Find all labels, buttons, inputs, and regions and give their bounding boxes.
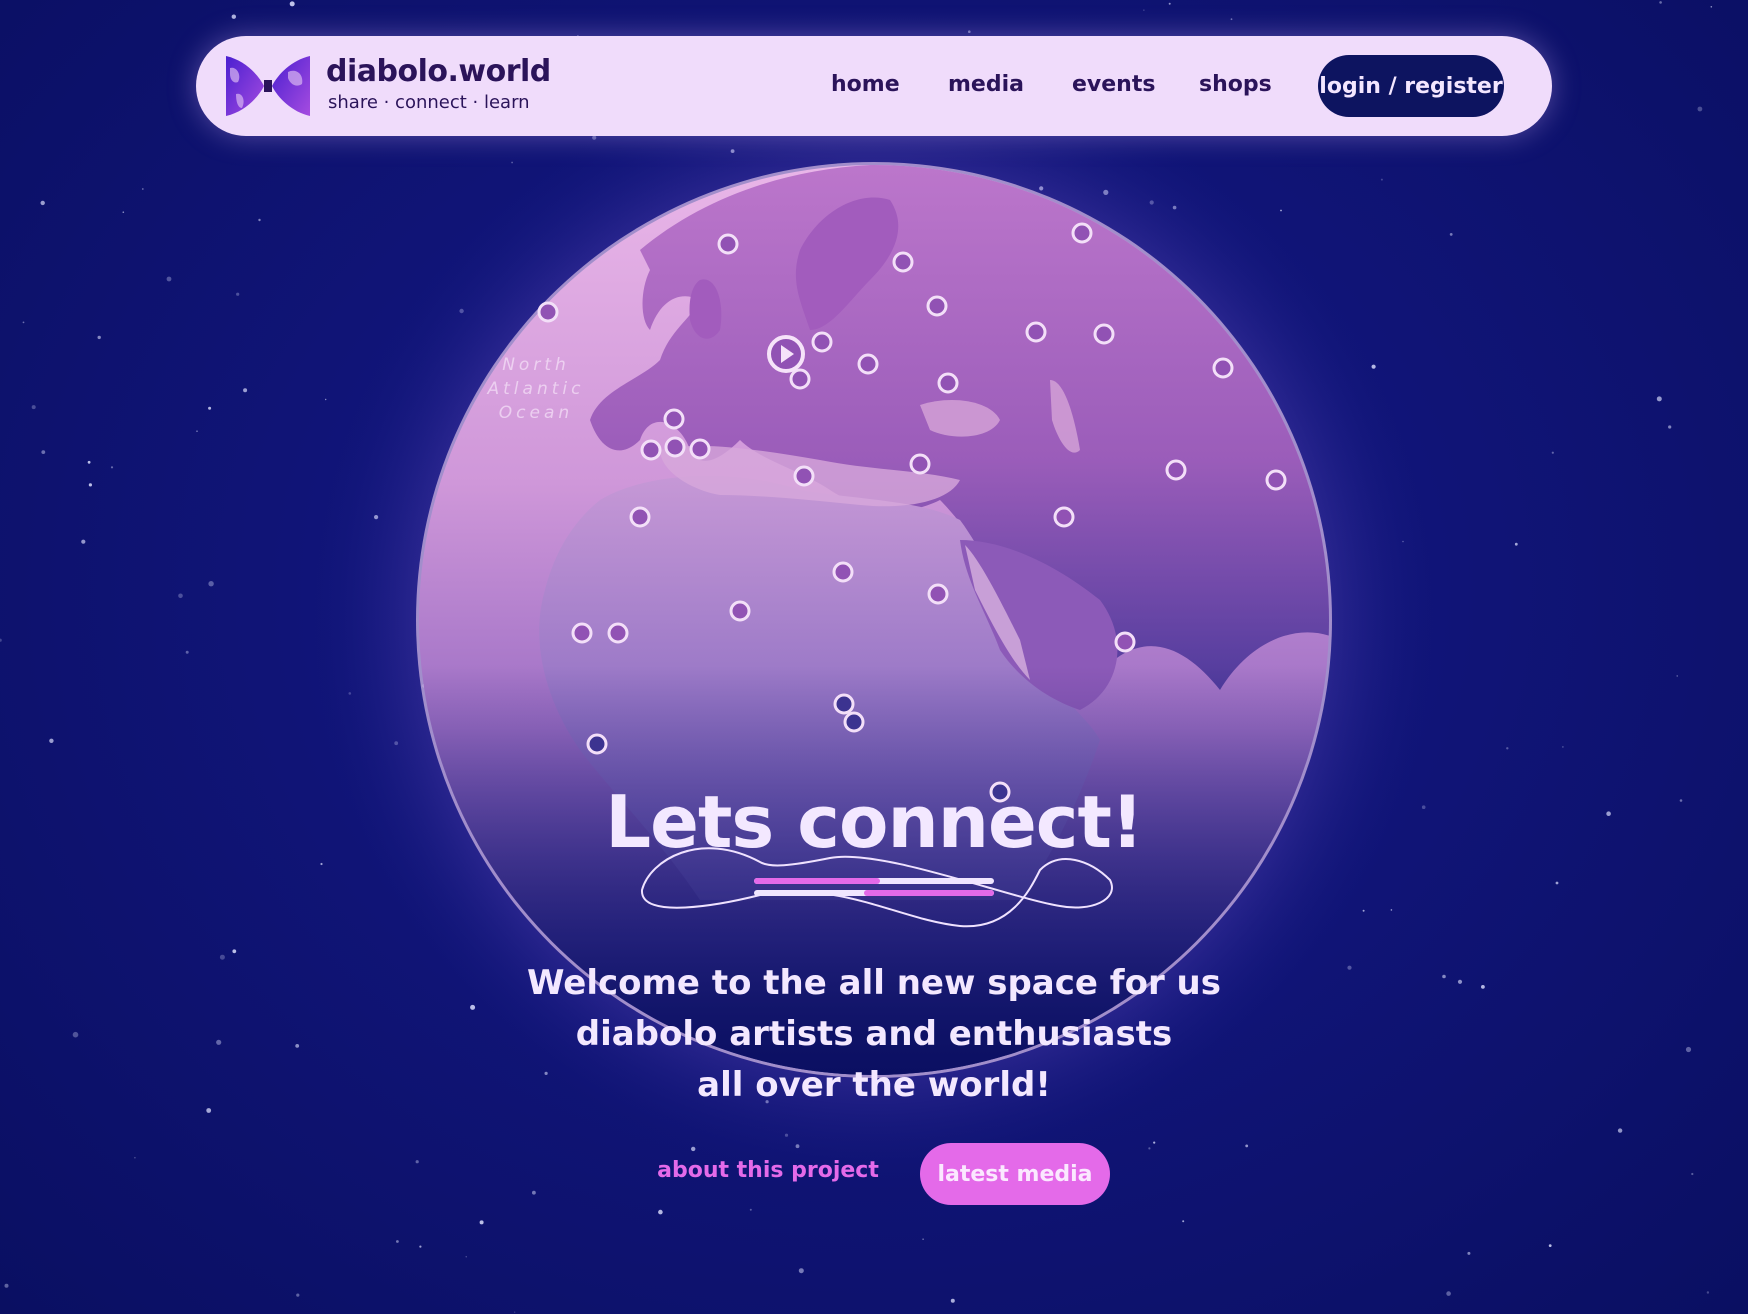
site-name[interactable]: diabolo.world (326, 54, 551, 89)
world-globe: North Atlantic Ocean (314, 60, 1434, 1180)
top-navigation: diabolo.world share · connect · learn ho… (196, 36, 1552, 136)
location-dot-icon[interactable] (833, 693, 855, 715)
about-project-link[interactable]: about this project (640, 1158, 896, 1183)
location-dot-icon[interactable] (1025, 321, 1047, 343)
location-dot-icon[interactable] (892, 251, 914, 273)
location-dot-icon[interactable] (607, 622, 629, 644)
location-dot-icon[interactable] (793, 465, 815, 487)
nav-link-events[interactable]: events (1072, 72, 1155, 97)
play-icon[interactable] (767, 335, 805, 373)
location-dot-icon[interactable] (1114, 631, 1136, 653)
site-tagline: share · connect · learn (328, 92, 530, 113)
welcome-line: Welcome to the all new space for us (526, 963, 1221, 1003)
location-dot-icon[interactable] (927, 583, 949, 605)
welcome-line: all over the world! (697, 1065, 1051, 1105)
location-dot-icon[interactable] (663, 408, 685, 430)
ocean-label-line: Atlantic (487, 379, 585, 399)
location-dot-icon[interactable] (843, 711, 865, 733)
location-dot-icon[interactable] (789, 368, 811, 390)
diabolo-globe-logo[interactable] (226, 54, 310, 118)
location-dot-icon[interactable] (1093, 323, 1115, 345)
hero-title: Lets connect! (605, 780, 1143, 864)
nav-link-media[interactable]: media (948, 72, 1024, 97)
location-dot-icon[interactable] (1165, 459, 1187, 481)
location-dot-icon[interactable] (571, 622, 593, 644)
ocean-label-line: North (502, 355, 570, 375)
welcome-line: diabolo artists and enthusiasts (575, 1014, 1173, 1054)
location-dot-icon[interactable] (811, 331, 833, 353)
location-dot-icon[interactable] (664, 436, 686, 458)
location-dot-icon[interactable] (586, 733, 608, 755)
latest-media-button[interactable]: latest media (920, 1143, 1110, 1205)
location-dot-icon[interactable] (729, 600, 751, 622)
location-dot-icon[interactable] (926, 295, 948, 317)
nav-link-home[interactable]: home (831, 72, 900, 97)
login-register-button[interactable]: login / register (1318, 55, 1504, 117)
location-dot-icon[interactable] (717, 233, 739, 255)
location-dot-icon[interactable] (857, 353, 879, 375)
nav-link-shops[interactable]: shops (1199, 72, 1272, 97)
location-dot-icon[interactable] (1212, 357, 1234, 379)
welcome-message: Welcome to the all new space for us diab… (0, 958, 1748, 1111)
location-dot-icon[interactable] (1265, 469, 1287, 491)
location-dot-icon[interactable] (1053, 506, 1075, 528)
location-dot-icon[interactable] (937, 372, 959, 394)
location-dot-icon[interactable] (832, 561, 854, 583)
location-dot-icon[interactable] (689, 438, 711, 460)
location-dot-icon[interactable] (1071, 222, 1093, 244)
location-dot-icon[interactable] (909, 453, 931, 475)
ocean-label-line: Ocean (499, 403, 573, 423)
location-dot-icon[interactable] (640, 439, 662, 461)
location-dot-icon[interactable] (537, 301, 559, 323)
location-dot-icon[interactable] (629, 506, 651, 528)
